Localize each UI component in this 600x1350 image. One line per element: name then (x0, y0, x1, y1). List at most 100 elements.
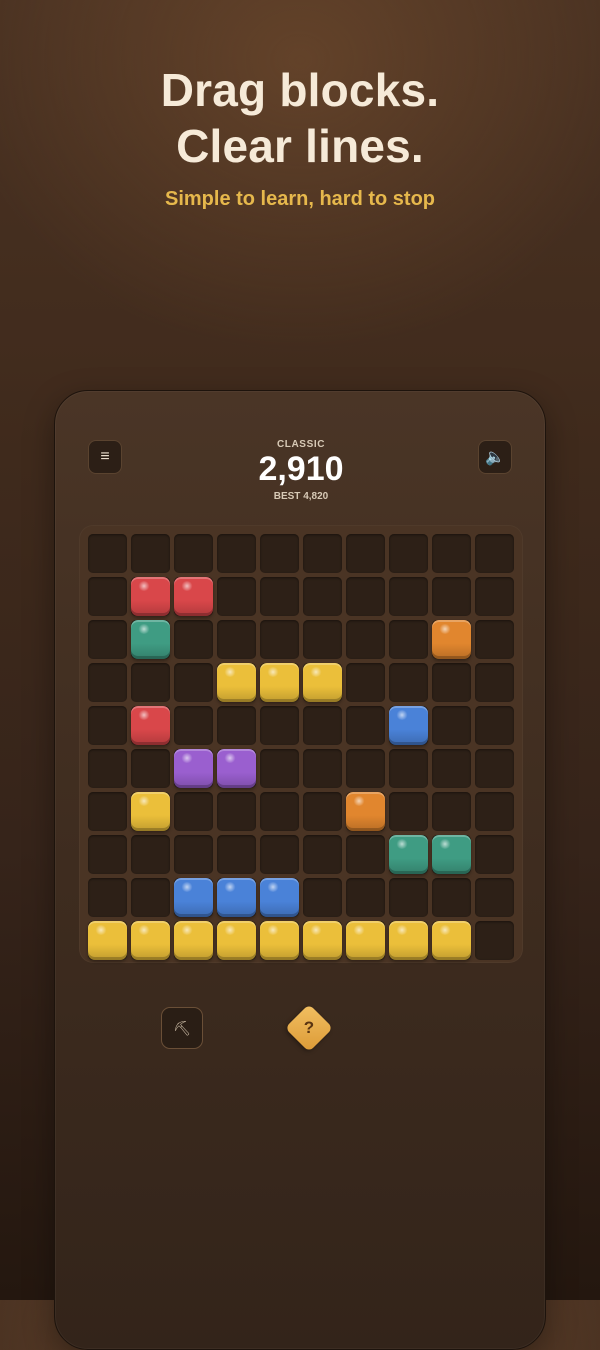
board-cell[interactable] (475, 835, 514, 874)
board-cell[interactable] (131, 749, 170, 788)
board-cell[interactable] (88, 878, 127, 917)
board-cell[interactable] (389, 620, 428, 659)
board-cell[interactable] (260, 792, 299, 831)
board-cell[interactable] (131, 663, 170, 702)
board-cell[interactable] (260, 534, 299, 573)
best-score: BEST 4,820 (273, 491, 329, 502)
board-cell[interactable] (88, 835, 127, 874)
hammer-button[interactable]: ⛏ (161, 1007, 203, 1049)
block-yellow (260, 921, 299, 960)
menu-button[interactable]: ≡ (88, 440, 122, 474)
block-yellow (217, 921, 256, 960)
board-cell[interactable] (432, 577, 471, 616)
board-cell[interactable] (346, 663, 385, 702)
board-cell[interactable] (303, 706, 342, 745)
board-cell[interactable] (217, 577, 256, 616)
block-teal (131, 620, 170, 659)
board-cell[interactable] (217, 835, 256, 874)
speaker-icon: 🔈 (485, 449, 505, 466)
board-cell[interactable] (346, 620, 385, 659)
board-cell[interactable] (475, 577, 514, 616)
board-cell[interactable] (303, 792, 342, 831)
board-cell[interactable] (432, 749, 471, 788)
board-cell[interactable] (475, 749, 514, 788)
board-cell[interactable] (389, 749, 428, 788)
block-yellow (131, 921, 170, 960)
board-cell[interactable] (432, 878, 471, 917)
board-cell[interactable] (174, 534, 213, 573)
board-cell[interactable] (432, 706, 471, 745)
block-blue (174, 878, 213, 917)
board-cell[interactable] (389, 792, 428, 831)
menu-icon: ≡ (100, 448, 110, 465)
board-cell[interactable] (346, 706, 385, 745)
board-cell[interactable] (475, 663, 514, 702)
board-cell[interactable] (303, 620, 342, 659)
board-cell[interactable] (389, 878, 428, 917)
board-cell[interactable] (303, 534, 342, 573)
board-cell[interactable] (346, 878, 385, 917)
board-cell[interactable] (389, 663, 428, 702)
board-cell[interactable] (88, 620, 127, 659)
phone-frame: ≡ CLASSIC 2,910 BEST 4,820 🔈 ⛏ ? (54, 390, 546, 1350)
headline: Drag blocks. Clear lines. (0, 62, 600, 174)
board-cell[interactable] (475, 620, 514, 659)
board-cell[interactable] (217, 620, 256, 659)
board-cell[interactable] (475, 534, 514, 573)
block-yellow (131, 792, 170, 831)
board-cell[interactable] (303, 878, 342, 917)
board-cell[interactable] (303, 577, 342, 616)
board-cell[interactable] (88, 749, 127, 788)
board-cell[interactable] (131, 878, 170, 917)
board-cell[interactable] (260, 835, 299, 874)
board-cell[interactable] (217, 792, 256, 831)
block-red (174, 577, 213, 616)
board-cell[interactable] (88, 663, 127, 702)
board-cell[interactable] (88, 577, 127, 616)
board-cell[interactable] (174, 620, 213, 659)
block-yellow (346, 921, 385, 960)
board-cell[interactable] (475, 706, 514, 745)
board-cell[interactable] (88, 534, 127, 573)
tool-bar: ⛏ ? (55, 1003, 547, 1053)
block-yellow (303, 921, 342, 960)
board-cell[interactable] (174, 663, 213, 702)
board-cell[interactable] (432, 792, 471, 831)
board-cell[interactable] (346, 577, 385, 616)
board-cell[interactable] (346, 534, 385, 573)
board-cell[interactable] (346, 835, 385, 874)
block-blue (389, 706, 428, 745)
board-cell[interactable] (217, 706, 256, 745)
board-cell[interactable] (475, 921, 514, 960)
board-cell[interactable] (260, 706, 299, 745)
board-cell[interactable] (432, 534, 471, 573)
block-red (131, 706, 170, 745)
board-cell[interactable] (217, 534, 256, 573)
tagline: Simple to learn, hard to stop (164, 188, 436, 210)
hint-icon: ? (303, 1018, 315, 1037)
board-cell[interactable] (88, 792, 127, 831)
board-cell[interactable] (174, 835, 213, 874)
board-cell[interactable] (346, 749, 385, 788)
hammer-icon: ⛏ (173, 1019, 191, 1036)
board-cell[interactable] (303, 749, 342, 788)
board-cell[interactable] (389, 534, 428, 573)
board-cell[interactable] (131, 835, 170, 874)
sound-button[interactable]: 🔈 (478, 440, 512, 474)
board-cell[interactable] (475, 792, 514, 831)
board-cell[interactable] (260, 620, 299, 659)
block-teal (432, 835, 471, 874)
board-cell[interactable] (432, 663, 471, 702)
board-cell[interactable] (260, 749, 299, 788)
board-cell[interactable] (174, 706, 213, 745)
board-cell[interactable] (303, 835, 342, 874)
board-cell[interactable] (260, 577, 299, 616)
board-cell[interactable] (174, 792, 213, 831)
block-yellow (432, 921, 471, 960)
score-area: CLASSIC 2,910 BEST 4,820 (175, 439, 427, 502)
board-cell[interactable] (475, 878, 514, 917)
board-cell[interactable] (131, 534, 170, 573)
board-cell[interactable] (389, 577, 428, 616)
board-cell[interactable] (88, 706, 127, 745)
block-yellow (260, 663, 299, 702)
